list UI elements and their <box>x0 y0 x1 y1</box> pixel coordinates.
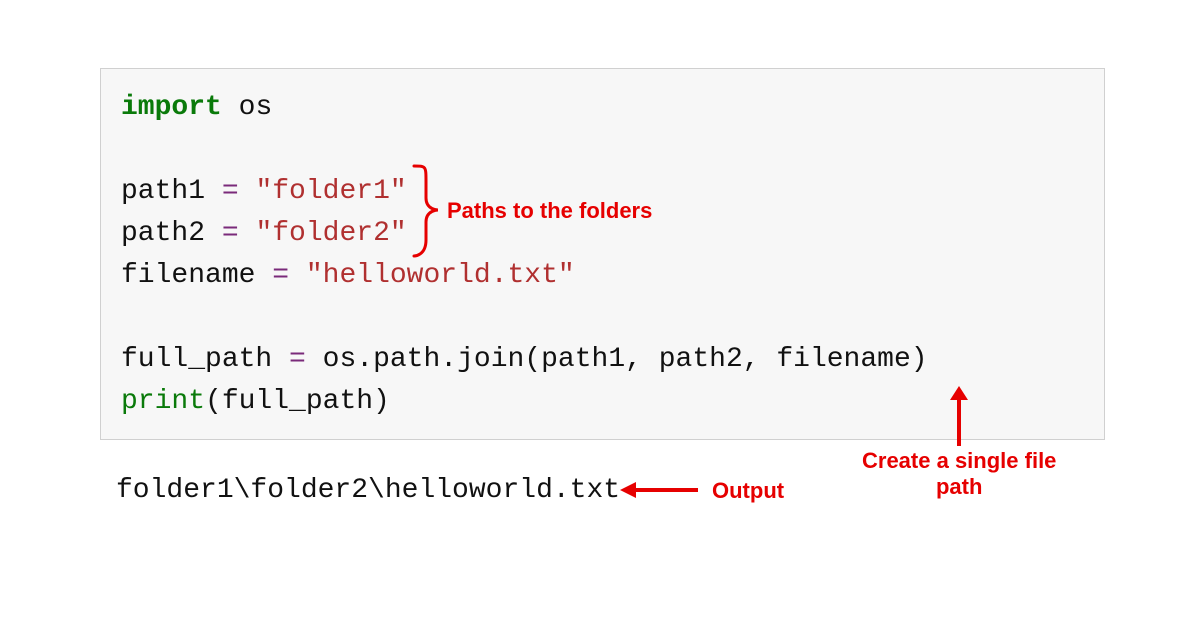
str-folder2: "folder2" <box>255 218 406 249</box>
arrow-up-icon <box>944 386 974 448</box>
var-filename: filename <box>121 260 255 291</box>
eq-1: = <box>222 176 239 207</box>
var-path2: path2 <box>121 218 205 249</box>
rhs-join: os.path.join(path1, path2, filename) <box>323 344 928 375</box>
brace-paths-icon <box>410 164 450 258</box>
module-os: os <box>239 92 273 123</box>
code-block: import os path1 = "folder1" path2 = "fol… <box>100 68 1105 440</box>
fn-print: print <box>121 386 205 417</box>
code-line-8: print(full_path) <box>121 381 1084 423</box>
code-line-blank-2 <box>121 297 1084 339</box>
eq-3: = <box>272 260 289 291</box>
code-line-7: full_path = os.path.join(path1, path2, f… <box>121 339 1084 381</box>
annotation-output: Output <box>712 478 784 504</box>
var-fullpath: full_path <box>121 344 272 375</box>
keyword-import: import <box>121 92 222 123</box>
str-folder1: "folder1" <box>255 176 406 207</box>
str-filename: "helloworld.txt" <box>306 260 575 291</box>
code-line-blank-1 <box>121 129 1084 171</box>
eq-2: = <box>222 218 239 249</box>
code-line-1: import os <box>121 87 1084 129</box>
print-args: (full_path) <box>205 386 390 417</box>
annotation-create: Create a single file path <box>862 448 1056 500</box>
arrow-left-icon <box>620 478 700 502</box>
code-line-5: filename = "helloworld.txt" <box>121 255 1084 297</box>
eq-4: = <box>289 344 306 375</box>
var-path1: path1 <box>121 176 205 207</box>
annotation-paths: Paths to the folders <box>447 198 652 224</box>
output-text: folder1\folder2\helloworld.txt <box>116 475 620 506</box>
